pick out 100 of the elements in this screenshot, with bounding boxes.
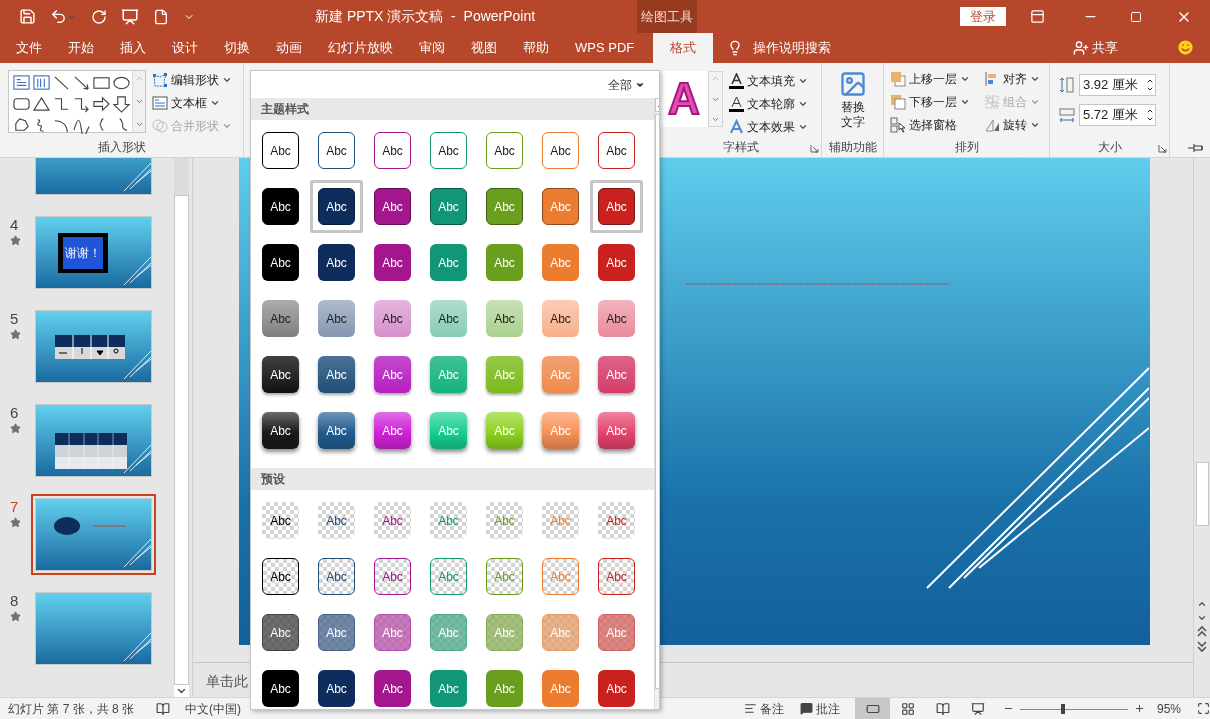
tell-me-search[interactable]: 操作说明搜索 (753, 38, 832, 58)
style-swatch[interactable]: Abc (318, 670, 355, 707)
save-icon[interactable] (19, 8, 36, 25)
ribbon-button[interactable]: 文本效果 (729, 117, 808, 137)
slide-thumbnail[interactable] (35, 404, 152, 477)
rectangle-icon[interactable] (92, 74, 112, 92)
fit-to-window-icon[interactable] (1197, 702, 1210, 715)
style-swatch[interactable]: Abc (598, 188, 635, 225)
zoom-in-icon[interactable] (1134, 703, 1145, 714)
style-swatch[interactable]: Abc (374, 670, 411, 707)
spin-down-icon[interactable] (1146, 85, 1154, 93)
new-file-icon[interactable] (153, 8, 169, 25)
style-swatch[interactable]: Abc (318, 558, 355, 595)
style-swatch[interactable]: Abc (374, 132, 411, 169)
style-swatch[interactable]: Abc (374, 244, 411, 281)
style-swatch[interactable]: Abc (598, 412, 635, 449)
style-swatch[interactable]: Abc (262, 558, 299, 595)
style-swatch[interactable]: Abc (374, 502, 411, 539)
previous-slide-icon[interactable] (1197, 625, 1207, 639)
slide-thumbnail[interactable]: 谢谢！ (35, 216, 152, 289)
ribbon-button[interactable]: 文本轮廓 (729, 94, 808, 114)
size-spin-field[interactable]: 3.92 厘米 (1079, 74, 1156, 96)
scroll-down-icon[interactable] (174, 685, 189, 697)
ribbon-tab[interactable]: 开始 (55, 33, 107, 63)
comments-button[interactable]: 批注 (800, 699, 840, 718)
style-swatch[interactable]: Abc (374, 614, 411, 651)
style-swatch[interactable]: Abc (486, 132, 523, 169)
ribbon-tab[interactable]: 设计 (159, 33, 211, 63)
share-user-icon[interactable] (1073, 40, 1089, 56)
ribbon-button[interactable]: 文本填充 (729, 71, 808, 91)
style-swatch[interactable]: Abc (318, 244, 355, 281)
style-swatch[interactable]: Abc (598, 132, 635, 169)
login-button[interactable]: 登录 (960, 7, 1006, 26)
spellcheck-icon[interactable] (156, 701, 170, 716)
style-swatch[interactable]: Abc (542, 300, 579, 337)
style-swatch[interactable]: Abc (374, 188, 411, 225)
style-swatch[interactable]: Abc (486, 670, 523, 707)
style-swatch[interactable]: Abc (598, 244, 635, 281)
style-swatch[interactable]: Abc (318, 356, 355, 393)
spin-up-icon[interactable] (1146, 77, 1154, 85)
ribbon-tab[interactable]: 动画 (263, 33, 315, 63)
vertical-textbox-icon[interactable] (32, 74, 52, 92)
style-swatch[interactable]: Abc (430, 300, 467, 337)
freeform-icon[interactable] (12, 116, 31, 134)
notes-placeholder[interactable]: 单击此 (206, 673, 248, 689)
zoom-slider-thumb[interactable] (1061, 703, 1066, 714)
style-swatch[interactable]: Abc (374, 300, 411, 337)
style-swatch[interactable]: Abc (318, 614, 355, 651)
triangle-icon[interactable] (32, 95, 52, 113)
textbox-icon[interactable] (12, 74, 31, 92)
more-icon[interactable] (134, 120, 144, 129)
scrollbar-thumb[interactable] (1195, 462, 1209, 526)
style-swatch[interactable]: Abc (262, 356, 299, 393)
style-swatch[interactable]: Abc (374, 356, 411, 393)
ribbon-button[interactable]: 旋转 (984, 115, 1048, 135)
style-swatch[interactable]: Abc (262, 614, 299, 651)
style-swatch[interactable]: Abc (318, 188, 355, 225)
ribbon-tab[interactable]: 视图 (458, 33, 510, 63)
ribbon-tab[interactable]: WPS PDF (562, 33, 648, 63)
right-arrow-icon[interactable] (92, 95, 112, 113)
slide-thumbnail[interactable] (35, 498, 152, 571)
ribbon-tab[interactable]: 帮助 (510, 33, 562, 63)
language-indicator[interactable]: 中文(中国) (185, 699, 241, 718)
style-swatch[interactable]: Abc (262, 188, 299, 225)
ribbon-tab[interactable]: 幻灯片放映 (315, 33, 406, 63)
next-slide-icon[interactable] (1197, 639, 1207, 653)
notes-button[interactable]: 备注 (744, 699, 784, 718)
elbow-arrow-connector-icon[interactable] (72, 95, 92, 113)
style-swatch[interactable]: Abc (374, 412, 411, 449)
style-swatch[interactable]: Abc (598, 356, 635, 393)
slide-thumbnail[interactable] (35, 592, 152, 665)
style-swatch[interactable]: Abc (598, 502, 635, 539)
style-swatch[interactable]: Abc (486, 300, 523, 337)
oval-icon[interactable] (112, 74, 132, 92)
dialog-launcher-icon[interactable] (810, 144, 819, 153)
spin-down-icon[interactable] (1146, 115, 1154, 123)
zoom-slider-track[interactable] (1020, 703, 1128, 714)
size-spin-field[interactable]: 5.72 厘米 (1079, 104, 1156, 126)
filter-dropdown[interactable]: 全部 (608, 75, 645, 94)
style-swatch[interactable]: Abc (262, 244, 299, 281)
style-swatch[interactable]: Abc (262, 670, 299, 707)
smiley-icon[interactable] (1176, 38, 1195, 57)
ribbon-button[interactable]: 文本框 (152, 93, 232, 113)
ribbon-tab[interactable]: 格式 (653, 33, 714, 63)
style-swatch[interactable]: Abc (430, 670, 467, 707)
style-swatch[interactable]: Abc (598, 670, 635, 707)
style-swatch[interactable]: Abc (262, 300, 299, 337)
style-swatch[interactable]: Abc (374, 558, 411, 595)
style-swatch[interactable]: Abc (598, 558, 635, 595)
style-swatch[interactable]: Abc (486, 244, 523, 281)
style-swatch[interactable]: Abc (430, 244, 467, 281)
undo-icon[interactable] (50, 8, 67, 25)
style-swatch[interactable]: Abc (486, 188, 523, 225)
ribbon-button[interactable]: 编辑形状 (152, 70, 232, 90)
style-swatch[interactable]: Abc (598, 614, 635, 651)
style-swatch[interactable]: Abc (430, 188, 467, 225)
slideshow-icon[interactable] (121, 7, 139, 26)
arrow-line-icon[interactable] (72, 74, 92, 92)
style-swatch[interactable]: Abc (262, 412, 299, 449)
zoom-level[interactable]: 95% (1157, 699, 1187, 718)
